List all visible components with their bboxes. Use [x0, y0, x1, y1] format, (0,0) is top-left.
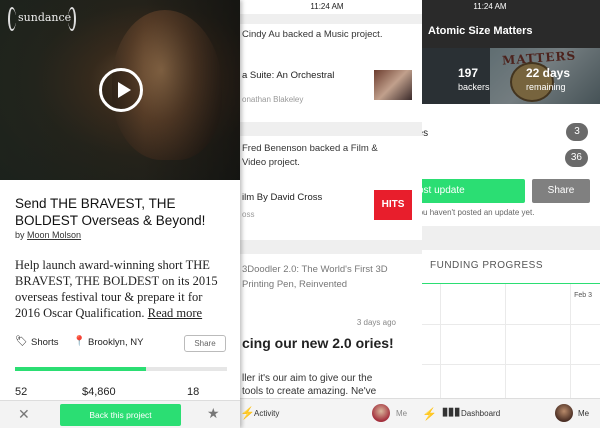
project-blurb: Help launch award-winning short THE BRAV…: [15, 258, 218, 320]
share-button[interactable]: Share: [184, 335, 226, 352]
count-badge: 3: [566, 123, 588, 141]
project-thumbnail[interactable]: [374, 70, 412, 100]
no-update-note: You haven't posted an update yet.: [414, 208, 535, 217]
project-action-bar: ✕ Back this project ★: [0, 400, 240, 428]
category-label[interactable]: Shorts: [31, 337, 58, 348]
tab-activity[interactable]: Activity: [254, 409, 279, 418]
lightning-icon[interactable]: ⚡: [240, 406, 255, 420]
activity-project-creator: oss: [242, 210, 255, 219]
play-icon[interactable]: [99, 68, 143, 112]
stat-days-remaining: 22 days remaining: [526, 66, 571, 92]
creator-link[interactable]: Moon Molson: [27, 230, 81, 240]
update-project-line2[interactable]: Printing Pen, Reinvented: [242, 279, 347, 290]
tag-icon: 🏷: [15, 336, 28, 347]
back-this-project-button[interactable]: Back this project: [60, 404, 181, 426]
tab-me[interactable]: Me: [578, 409, 589, 418]
update-project-line1[interactable]: 3Doodler 2.0: The World's First 3D: [242, 264, 388, 275]
funding-progress-fill: [15, 367, 147, 371]
chart-date-label: Feb 3: [574, 292, 592, 299]
update-date: 3 days ago: [356, 318, 396, 327]
star-icon[interactable]: ★: [207, 405, 220, 422]
project-screen: sundance Send THE BRAVEST, THE BOLDEST O…: [0, 0, 240, 428]
activity-project-title[interactable]: a Suite: An Orchestral: [242, 70, 334, 81]
funding-chart: [410, 283, 600, 398]
tab-dashboard[interactable]: Dashboard: [461, 409, 500, 418]
status-bar-time: 11:24 AM: [232, 0, 422, 14]
stat-backers: 197 backers: [458, 66, 490, 92]
activity-screen: 11:24 AM Cindy Au backed a Music project…: [232, 0, 422, 428]
pledged-amount: $4,860: [82, 386, 116, 398]
share-button[interactable]: Share: [532, 179, 590, 203]
backers-count: 52: [15, 386, 28, 398]
avatar[interactable]: [555, 404, 573, 422]
sundance-logo: sundance: [8, 5, 76, 37]
project-video-thumbnail[interactable]: sundance: [0, 0, 240, 180]
read-more-link[interactable]: Read more: [148, 306, 203, 320]
update-title[interactable]: cing our new 2.0 ories!: [242, 334, 407, 352]
tab-me[interactable]: Me: [396, 409, 407, 418]
activity-project-title[interactable]: ilm By David Cross: [242, 192, 322, 203]
activity-item-head: Cindy Au backed a Music project.: [242, 29, 383, 40]
tab-bar: ⚡ Activity Me: [232, 398, 422, 428]
funding-progress-title: FUNDING PROGRESS: [430, 260, 544, 271]
activity-project-creator: onathan Blakeley: [242, 95, 304, 104]
location-pin-icon: 📍: [73, 336, 86, 347]
activity-item-head: Fred Benenson backed a Film & Video proj…: [242, 143, 378, 168]
funding-progress-bar: [15, 367, 227, 371]
close-icon[interactable]: ✕: [18, 406, 30, 423]
project-title: Send THE BRAVEST, THE BOLDEST Overseas &…: [15, 196, 206, 228]
lightning-icon[interactable]: ⚡: [422, 407, 437, 421]
location-label[interactable]: Brooklyn, NY: [88, 337, 143, 348]
project-byline: by Moon Molson: [15, 230, 82, 240]
days-to-go: 18: [187, 386, 200, 398]
bar-chart-icon[interactable]: ▮▮▮: [442, 405, 460, 418]
project-thumbnail[interactable]: HITS: [374, 190, 412, 220]
avatar[interactable]: [372, 404, 390, 422]
post-update-button[interactable]: ost update: [410, 179, 525, 203]
count-badge: 36: [564, 149, 588, 167]
